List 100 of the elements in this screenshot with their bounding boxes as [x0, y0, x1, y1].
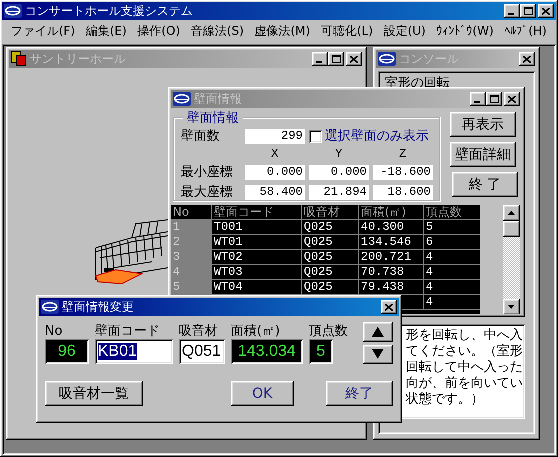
- wall-count-field: 299: [245, 128, 305, 144]
- window-title: 壁面情報: [194, 91, 243, 108]
- down-arrow-icon: [372, 349, 384, 360]
- table-cell: T001: [211, 220, 301, 235]
- close-icon: [542, 8, 550, 14]
- menu-item[interactable]: 設定(U): [382, 23, 427, 39]
- menu-item[interactable]: ﾍﾙﾌﾟ(H): [504, 23, 548, 39]
- up-arrow-icon: [372, 326, 384, 337]
- coordinate-field: 18.600: [373, 184, 433, 200]
- menu-item[interactable]: 音線法(S): [190, 23, 246, 39]
- up-button[interactable]: [363, 322, 393, 342]
- dialog-button[interactable]: 吸音材一覧: [45, 381, 143, 406]
- input-field[interactable]: Q051: [179, 339, 225, 364]
- row-number: 2: [171, 235, 211, 250]
- axis-label: Z: [398, 147, 408, 161]
- close-button[interactable]: [346, 52, 362, 66]
- table-cell: Q025: [301, 265, 358, 280]
- close-button[interactable]: [538, 4, 554, 18]
- field-label: 最大座標: [181, 184, 234, 201]
- window-icon: [41, 300, 59, 314]
- table-cell: Q025: [301, 250, 358, 265]
- field-label: 頂点数: [309, 324, 348, 339]
- column-header: No: [171, 205, 211, 220]
- scroll-down-button[interactable]: [503, 299, 520, 314]
- close-button[interactable]: [519, 52, 535, 66]
- menu-item[interactable]: 編集(E): [84, 23, 128, 39]
- window-icon: [378, 52, 396, 66]
- axis-label: Y: [334, 147, 344, 161]
- minimize-button[interactable]: [312, 52, 328, 66]
- close-icon: [508, 96, 516, 102]
- row-number: 3: [171, 250, 211, 265]
- row-number: 4: [171, 265, 211, 280]
- checkbox[interactable]: [309, 130, 322, 142]
- input-field[interactable]: KB01: [95, 339, 173, 364]
- column-header: 面積(㎡): [358, 205, 423, 220]
- maximize-button[interactable]: [328, 52, 344, 66]
- down-button[interactable]: [363, 344, 393, 364]
- close-icon: [385, 304, 393, 310]
- checkbox-label[interactable]: 選択壁面のみ表示: [325, 127, 429, 145]
- window-icon: [11, 51, 27, 67]
- message-line: 回転して中へ入った: [406, 360, 524, 376]
- menu-item[interactable]: 虚像法(M): [254, 23, 312, 39]
- field-label: 壁面数: [181, 128, 221, 145]
- column-header: 吸音材: [301, 205, 358, 220]
- minimize-button[interactable]: [470, 92, 486, 106]
- scroll-up-button[interactable]: [503, 205, 520, 221]
- table-cell: 134.546: [358, 235, 423, 250]
- group-title: 壁面情報: [186, 110, 240, 127]
- table-cell: WT02: [211, 250, 301, 265]
- message-line: てください。（室形: [406, 344, 524, 360]
- table-cell: WT01: [211, 235, 301, 250]
- action-button[interactable]: 壁面詳細: [450, 142, 516, 167]
- readout-field: 5: [309, 339, 333, 364]
- field-label: 最小座標: [181, 164, 234, 181]
- coordinate-field: 21.894: [309, 184, 369, 200]
- down-arrow-icon: [508, 305, 515, 309]
- window-icon: [173, 92, 191, 106]
- message-line: 形を回転し、中へ入: [406, 328, 524, 344]
- menu-item[interactable]: 操作(O): [136, 23, 182, 39]
- table-cell: WT03: [211, 265, 301, 280]
- action-button[interactable]: 再表示: [450, 112, 516, 137]
- axis-label: X: [270, 147, 280, 161]
- window-title: コンサートホール支援システム: [25, 3, 194, 20]
- readout-field: 96: [45, 339, 89, 364]
- menu-item[interactable]: ファイル(F): [10, 23, 76, 39]
- close-button[interactable]: [381, 300, 397, 314]
- coordinate-field: 0.000: [309, 164, 369, 180]
- close-icon: [350, 56, 358, 62]
- dialog-button[interactable]: 終了: [326, 381, 393, 406]
- readout-field: 143.034: [231, 339, 303, 364]
- column-header: 頂点数: [423, 205, 480, 220]
- column-header: 壁面コード: [211, 205, 301, 220]
- window-icon: [4, 4, 22, 18]
- maximize-button[interactable]: [486, 92, 502, 106]
- scrollbar-thumb[interactable]: [503, 221, 520, 237]
- close-icon: [523, 56, 531, 62]
- coordinate-field: 0.000: [245, 164, 305, 180]
- maximize-button[interactable]: [520, 4, 536, 18]
- menu-item[interactable]: 可聴化(L): [320, 23, 374, 39]
- close-button[interactable]: [504, 92, 520, 106]
- menu-item[interactable]: ｳｨﾝﾄﾞｳ(W): [436, 23, 495, 39]
- row-number: 1: [171, 220, 211, 235]
- table-cell: 40.300: [358, 220, 423, 235]
- table-cell: Q025: [301, 220, 358, 235]
- maximize-icon: [332, 55, 340, 63]
- dialog-button[interactable]: OK: [230, 381, 294, 406]
- action-button[interactable]: 終 了: [452, 172, 518, 197]
- maximize-icon: [490, 95, 498, 103]
- row-number: 5: [171, 280, 211, 295]
- field-label: 吸音材: [179, 324, 218, 339]
- message-line: 向が、前を向いてい: [406, 376, 524, 392]
- coordinate-field: 58.400: [245, 184, 305, 200]
- maximize-icon: [524, 7, 532, 15]
- up-arrow-icon: [508, 211, 515, 215]
- field-label: 面積(㎡): [231, 324, 280, 339]
- table-cell: 70.738: [358, 265, 423, 280]
- table-cell: 200.721: [358, 250, 423, 265]
- field-label: No: [45, 324, 63, 339]
- minimize-button[interactable]: [504, 4, 520, 18]
- coordinate-field: -18.600: [373, 164, 433, 180]
